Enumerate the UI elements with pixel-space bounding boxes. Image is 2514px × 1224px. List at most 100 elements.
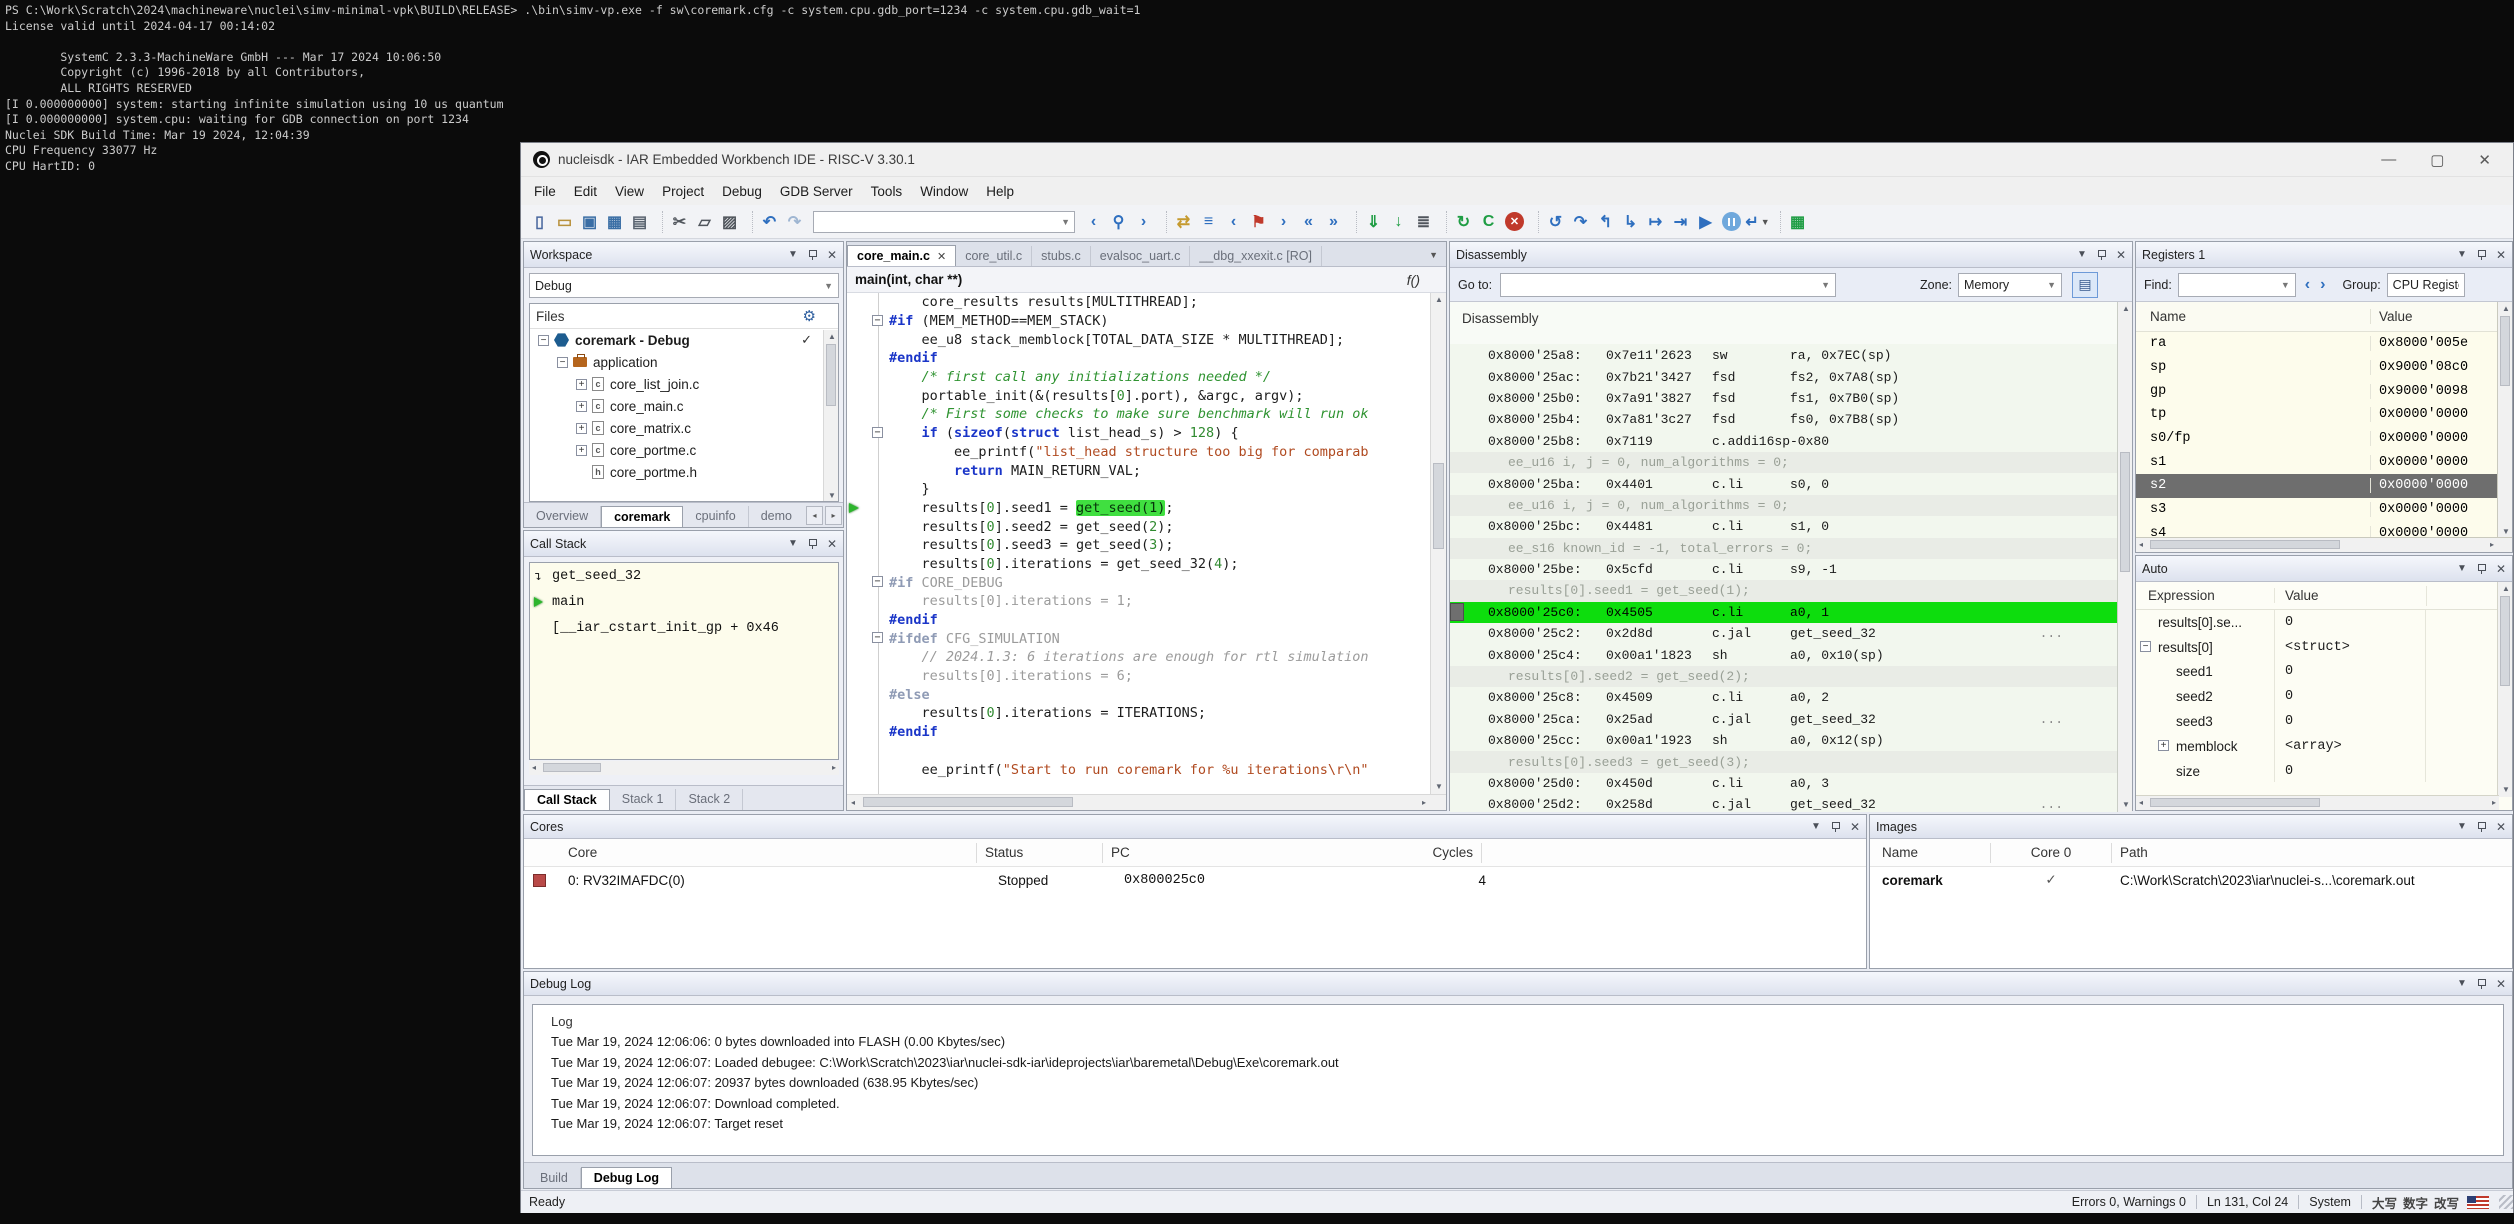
tab-scroll-right[interactable]: ▸ bbox=[825, 506, 842, 525]
prev-breakpoint-icon[interactable]: ‹ bbox=[1221, 209, 1246, 234]
disassembly-instruction[interactable]: 0x8000'25c0: 0x4505 c.li a0, 1 bbox=[1450, 601, 2119, 624]
cut-icon[interactable]: ✂ bbox=[667, 209, 692, 234]
function-list-button[interactable]: f() bbox=[1407, 272, 1438, 288]
expander-icon[interactable]: − bbox=[557, 356, 568, 368]
panel-menu-icon[interactable]: ▼ bbox=[2077, 249, 2087, 260]
fold-collapse-icon[interactable]: − bbox=[872, 426, 883, 438]
disassembly-instruction[interactable]: 0x8000'25c8: 0x4509 c.li a0, 2 bbox=[1450, 687, 2119, 709]
files-scrollbar[interactable]: ▲ ▼ bbox=[823, 330, 838, 501]
disassembly-instruction[interactable]: 0x8000'25cc: 0x00a1'1923 sh a0, 0x12(sp) bbox=[1450, 730, 2119, 752]
call-stack-frame[interactable]: [__iar_cstart_init_gp + 0x46 bbox=[530, 615, 838, 641]
tab-list-dropdown-icon[interactable]: ▼ bbox=[1429, 250, 1446, 266]
stack-tab-stack-1[interactable]: Stack 1 bbox=[610, 789, 677, 810]
auto-row-seed1[interactable]: seed1 0 bbox=[2136, 659, 2499, 685]
auto-row-seed3[interactable]: seed3 0 bbox=[2136, 709, 2499, 734]
disassembly-instruction[interactable]: 0x8000'25c2: 0x2d8d c.jal get_seed_32... bbox=[1450, 623, 2119, 645]
expander-icon[interactable]: + bbox=[576, 444, 587, 456]
menu-file[interactable]: File bbox=[525, 180, 565, 203]
expander-icon[interactable]: − bbox=[2140, 640, 2151, 652]
search-back-icon[interactable]: ‹ bbox=[1081, 209, 1106, 234]
expander-icon[interactable]: + bbox=[2158, 739, 2169, 751]
call-stack-hscrollbar[interactable]: ◂ ▸ bbox=[529, 761, 839, 775]
reset-icon[interactable]: ↻ bbox=[1451, 209, 1476, 234]
panel-close-icon[interactable]: ✕ bbox=[2496, 977, 2506, 991]
disassembly-instruction[interactable]: 0x8000'25ba: 0x4401 c.li s0, 0 bbox=[1450, 473, 2119, 495]
panel-menu-icon[interactable]: ▼ bbox=[2457, 249, 2467, 260]
panel-close-icon[interactable]: ✕ bbox=[2116, 248, 2126, 262]
next-breakpoint-icon[interactable]: › bbox=[1271, 209, 1296, 234]
auto-row-results-0-se[interactable]: results[0].se... 0 bbox=[2136, 610, 2499, 635]
workspace-tab-demo[interactable]: demo bbox=[749, 506, 796, 527]
editor-tab-stubs-c[interactable]: stubs.c bbox=[1032, 246, 1091, 266]
bookmark-list-icon[interactable]: ≡ bbox=[1196, 209, 1221, 234]
menu-debug[interactable]: Debug bbox=[713, 180, 771, 203]
tree-item-core-portme-c[interactable]: + c core_portme.c bbox=[530, 439, 838, 461]
tab-scroll-left[interactable]: ◂ bbox=[806, 506, 823, 525]
workspace-tab-cpuinfo[interactable]: cpuinfo bbox=[683, 506, 749, 527]
menu-edit[interactable]: Edit bbox=[565, 180, 606, 203]
panel-menu-icon[interactable]: ▼ bbox=[2457, 978, 2467, 989]
panel-menu-icon[interactable]: ▼ bbox=[2457, 821, 2467, 832]
close-tab-icon[interactable]: ✕ bbox=[937, 251, 946, 263]
register-row-s0-fp[interactable]: s0/fp 0x0000'0000 bbox=[2136, 427, 2499, 451]
auto-hscrollbar[interactable]: ◂ ▸ bbox=[2136, 795, 2499, 810]
fold-collapse-icon[interactable]: − bbox=[872, 576, 883, 588]
editor-hscrollbar[interactable]: ◂ ▸ bbox=[847, 794, 1446, 810]
disassembly-instruction[interactable]: 0x8000'25be: 0x5cfd c.li s9, -1 bbox=[1450, 558, 2119, 581]
copy-icon[interactable]: ▱ bbox=[692, 209, 717, 234]
editor-tab-evalsoc-uart-c[interactable]: evalsoc_uart.c bbox=[1091, 246, 1191, 266]
menu-project[interactable]: Project bbox=[653, 180, 713, 203]
redo-icon[interactable]: ↷ bbox=[782, 209, 807, 234]
expander-icon[interactable]: + bbox=[576, 400, 587, 412]
break-icon[interactable] bbox=[1722, 212, 1741, 231]
step-over-icon[interactable]: ↷ bbox=[1568, 209, 1593, 234]
auto-vscrollbar[interactable]: ▲ ▼ bbox=[2497, 582, 2512, 797]
editor-vscrollbar[interactable]: ▲ ▼ bbox=[1430, 293, 1446, 794]
panel-close-icon[interactable]: ✕ bbox=[827, 537, 837, 551]
panel-pin-icon[interactable] bbox=[2477, 821, 2486, 833]
disassembly-listing[interactable]: 0x8000'25a8: 0x7e11'2623 sw ra, 0x7EC(sp) 0x… bbox=[1450, 345, 2119, 812]
next-doc-icon[interactable]: » bbox=[1321, 209, 1346, 234]
print-icon[interactable]: ▤ bbox=[627, 209, 652, 234]
panel-menu-icon[interactable]: ▼ bbox=[2457, 563, 2467, 574]
prev-doc-icon[interactable]: « bbox=[1296, 209, 1321, 234]
disassembly-instruction[interactable]: 0x8000'25ca: 0x25ad c.jal get_seed_32... bbox=[1450, 708, 2119, 731]
search-icon[interactable]: ⚲ bbox=[1106, 209, 1131, 234]
panel-pin-icon[interactable] bbox=[2477, 249, 2486, 261]
panel-close-icon[interactable]: ✕ bbox=[2496, 248, 2506, 262]
registers-vscrollbar[interactable]: ▲ ▼ bbox=[2497, 302, 2512, 539]
message-tab-debug-log[interactable]: Debug Log bbox=[580, 1167, 673, 1188]
mixed-mode-toggle-icon[interactable]: ▤ bbox=[2072, 271, 2099, 298]
goto-icon[interactable]: ⇄ bbox=[1171, 209, 1196, 234]
toggle-breakpoint-icon[interactable]: ⚑ bbox=[1246, 209, 1271, 234]
panel-pin-icon[interactable] bbox=[808, 538, 817, 550]
disassembly-instruction[interactable]: 0x8000'25b4: 0x7a81'3c27 fsd fs0, 0x7B8(sp) bbox=[1450, 409, 2119, 431]
menu-window[interactable]: Window bbox=[911, 180, 977, 203]
disassembly-instruction[interactable]: 0x8000'25c4: 0x00a1'1823 sh a0, 0x10(sp) bbox=[1450, 644, 2119, 666]
group-combo[interactable]: CPU Registers bbox=[2386, 272, 2465, 297]
panel-pin-icon[interactable] bbox=[2477, 563, 2486, 575]
gear-icon[interactable]: ⚙ bbox=[803, 307, 816, 325]
image-row[interactable]: coremark ✓ C:\Work\Scratch\2023\iar\nucl… bbox=[1870, 867, 2512, 893]
step-into-icon[interactable]: ↳ bbox=[1618, 209, 1643, 234]
maximize-button[interactable]: ▢ bbox=[2430, 151, 2444, 169]
panel-menu-icon[interactable]: ▼ bbox=[788, 249, 798, 260]
download-debug-icon[interactable]: ↓ bbox=[1386, 209, 1411, 234]
tree-item-core-portme-h[interactable]: h core_portme.h bbox=[530, 461, 838, 483]
panel-close-icon[interactable]: ✕ bbox=[827, 248, 837, 262]
close-button[interactable]: ✕ bbox=[2478, 151, 2491, 169]
menu-gdb-server[interactable]: GDB Server bbox=[771, 180, 862, 203]
tree-item-application[interactable]: − application bbox=[530, 351, 838, 373]
keyboard-layout-flag-icon[interactable] bbox=[2467, 1195, 2489, 1209]
tree-item-coremark-debug[interactable]: − coremark - Debug ✓ bbox=[530, 329, 838, 351]
configuration-select[interactable]: Debug ▼ bbox=[529, 273, 839, 298]
register-row-s1[interactable]: s1 0x0000'0000 bbox=[2136, 450, 2499, 474]
goto-combo[interactable]: ▼ bbox=[1500, 272, 1837, 297]
panel-pin-icon[interactable] bbox=[2477, 978, 2486, 990]
find-previous-icon[interactable]: ‹ bbox=[2300, 276, 2315, 294]
fold-collapse-icon[interactable]: − bbox=[872, 314, 883, 326]
register-row-gp[interactable]: gp 0x9000'0098 bbox=[2136, 379, 2499, 403]
find-next-icon[interactable]: › bbox=[2315, 276, 2330, 294]
disassembly-instruction[interactable]: 0x8000'25a8: 0x7e11'2623 sw ra, 0x7EC(sp) bbox=[1450, 345, 2119, 367]
register-row-ra[interactable]: ra 0x8000'005e bbox=[2136, 332, 2499, 356]
